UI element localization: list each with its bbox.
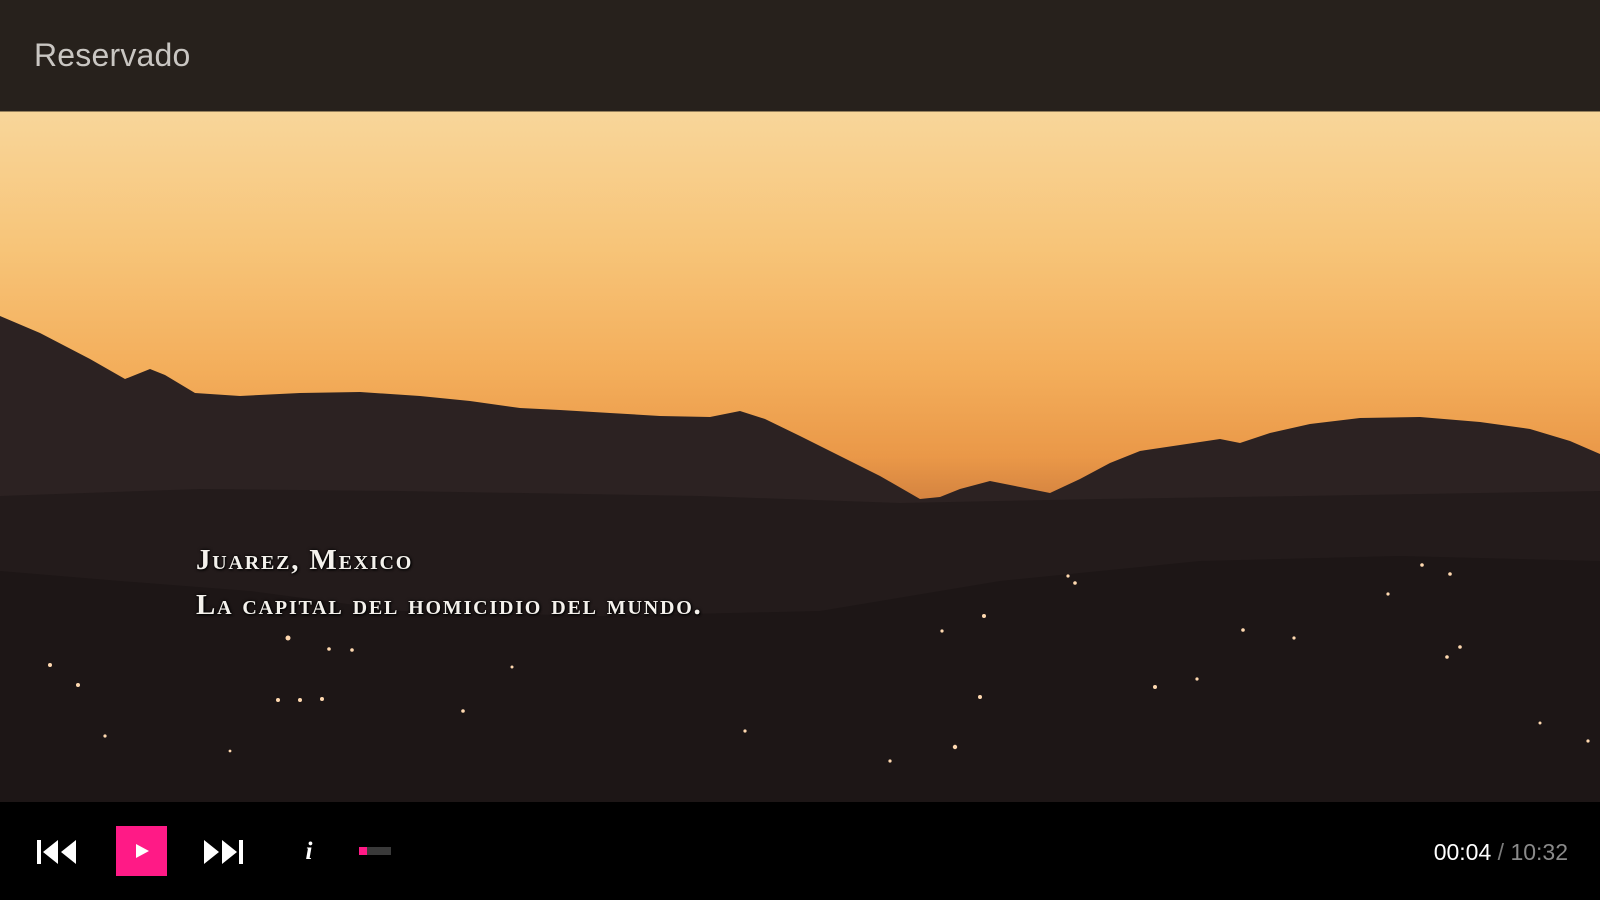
skip-previous-icon: [37, 840, 76, 864]
info-icon: i: [305, 838, 313, 865]
video-frame[interactable]: Juarez, Mexico La capital del homicidio …: [0, 111, 1600, 802]
playback-controls: i 00:04 / 10:32: [0, 802, 1600, 900]
current-time: 00:04: [1433, 839, 1492, 865]
progress-bar[interactable]: [359, 847, 391, 855]
time-separator: /: [1491, 839, 1511, 865]
total-time: 10:32: [1510, 839, 1568, 865]
info-button[interactable]: i: [290, 828, 328, 876]
next-button[interactable]: [196, 828, 250, 876]
subtitle-line-2: La capital del homicidio del mundo.: [196, 589, 703, 621]
video-player-screen: Reservado Juarez, Mexico La capital del …: [0, 0, 1600, 900]
app-title: Reservado: [34, 37, 191, 73]
progress-fill: [359, 847, 367, 855]
top-app-bar: Reservado: [0, 0, 1600, 111]
previous-button[interactable]: [30, 828, 84, 876]
skip-next-icon: [204, 840, 243, 864]
time-display: 00:04 / 10:32: [1434, 839, 1568, 866]
play-button[interactable]: [116, 826, 167, 876]
video-scene: [0, 316, 1600, 802]
subtitle-line-1: Juarez, Mexico: [196, 544, 414, 576]
play-icon: [135, 844, 149, 858]
